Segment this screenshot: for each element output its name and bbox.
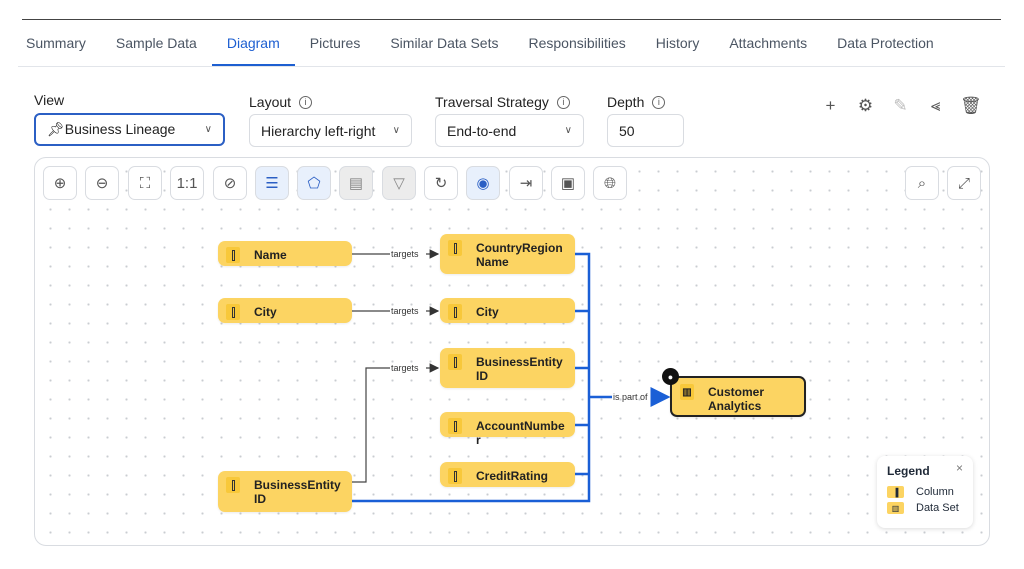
node-label: City — [476, 305, 499, 319]
node-label: Name — [254, 248, 287, 262]
node-name[interactable]: Name — [218, 241, 352, 266]
column-icon: ▐ — [887, 486, 904, 498]
node-label: CreditRating — [476, 469, 548, 483]
edge-label: is part of — [613, 392, 648, 402]
node-credit-rating[interactable]: CreditRating — [440, 462, 575, 487]
legend-item-column: ▐ Column — [887, 486, 963, 498]
close-icon[interactable]: × — [956, 461, 963, 475]
node-account-number[interactable]: AccountNumber — [440, 412, 575, 447]
node-label: CountryRegionName — [476, 241, 563, 269]
dataset-icon: ▥ — [680, 384, 694, 400]
column-icon — [448, 240, 462, 256]
column-icon — [226, 477, 240, 493]
column-icon — [448, 418, 462, 434]
legend-title: Legend — [887, 464, 930, 478]
node-label: Customer Analytics — [708, 385, 765, 413]
edge-label: targets — [391, 306, 419, 316]
column-icon — [448, 304, 462, 320]
column-icon — [226, 304, 240, 320]
dataset-icon: ▥ — [887, 502, 904, 514]
node-city-source[interactable]: City — [218, 298, 352, 323]
column-icon — [448, 468, 462, 484]
edge-label: targets — [391, 363, 419, 373]
legend-item-data-set: ▥ Data Set — [887, 502, 963, 514]
node-label: BusinessEntityID — [254, 478, 341, 506]
edge-label: targets — [391, 249, 419, 259]
column-icon — [448, 354, 462, 370]
node-country-region-name[interactable]: CountryRegionName — [440, 234, 575, 274]
node-city-target[interactable]: City — [440, 298, 575, 323]
edge-part-of — [575, 309, 589, 476]
legend-label: Column — [916, 486, 954, 498]
node-label: AccountNumber — [476, 419, 565, 447]
column-icon — [226, 247, 240, 263]
node-label: BusinessEntityID — [476, 355, 563, 383]
legend-label: Data Set — [916, 502, 959, 514]
node-label: City — [254, 305, 277, 319]
node-business-entity-id-source[interactable]: BusinessEntityID — [218, 471, 352, 512]
legend: Legend × ▐ Column ▥ Data Set — [877, 456, 973, 528]
location-pin-icon: ● — [662, 368, 679, 385]
node-customer-analytics[interactable]: ▥ Customer Analytics — [670, 376, 806, 417]
node-business-entity-id-target[interactable]: BusinessEntityID — [440, 348, 575, 388]
edge-targets — [352, 368, 438, 483]
